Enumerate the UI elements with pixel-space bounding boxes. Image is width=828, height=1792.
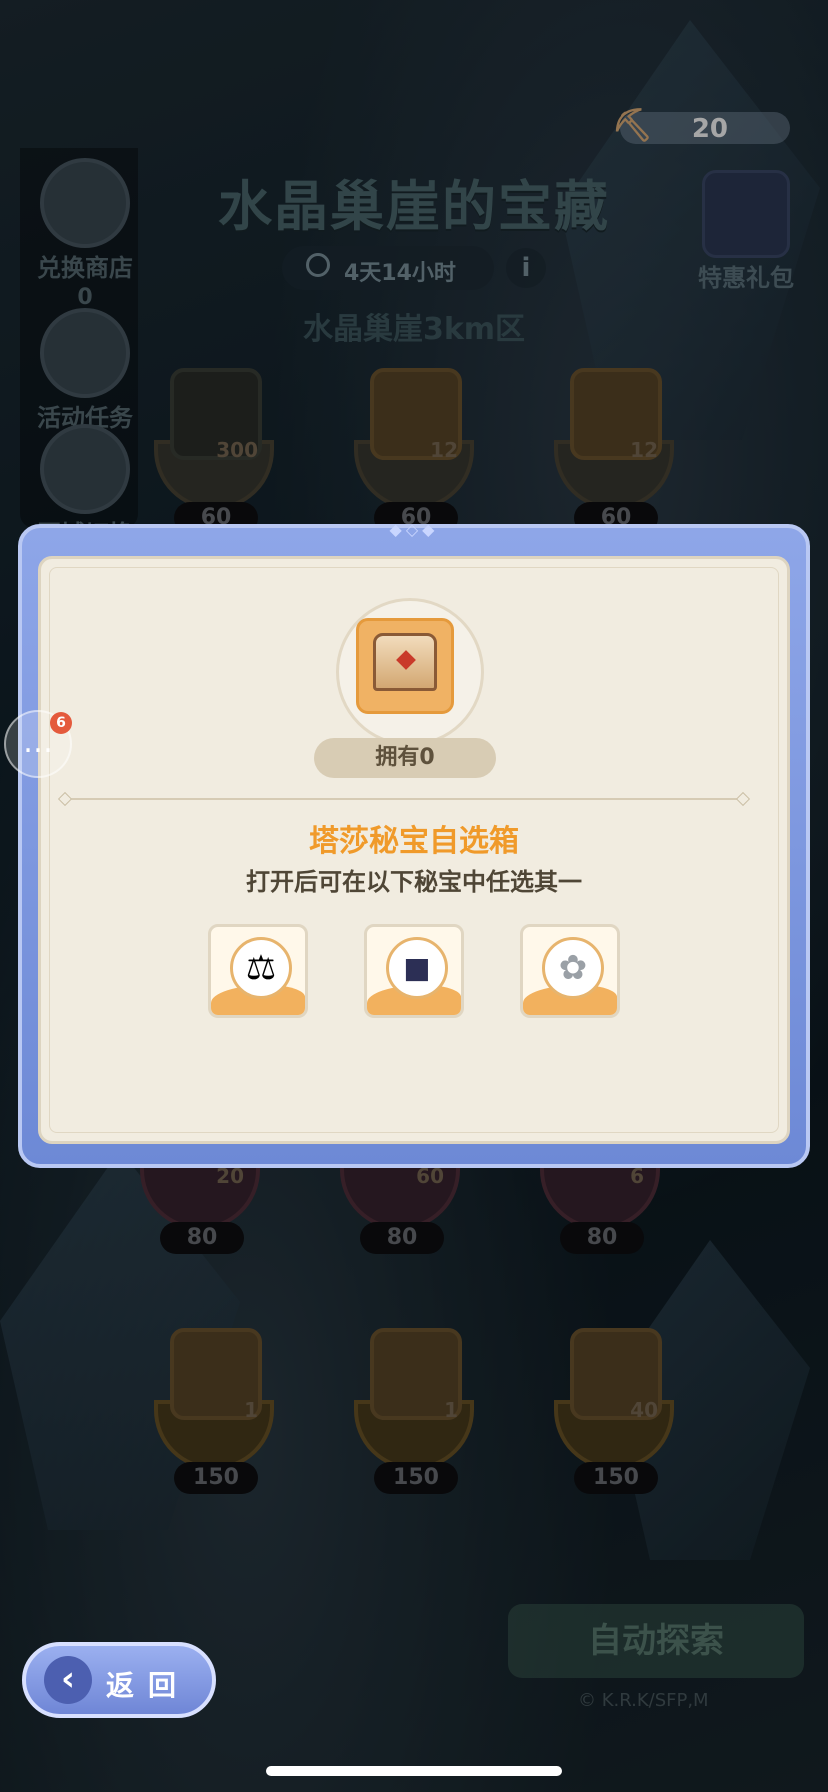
back-arrow-icon: ‹ [44, 1656, 92, 1704]
divider [66, 798, 746, 800]
back-label: 返回 [106, 1669, 191, 1702]
home-indicator[interactable] [266, 1766, 562, 1776]
relic-choice-silver-flower[interactable]: ✿ [520, 924, 620, 1018]
back-button[interactable]: ‹ 返回 [22, 1642, 216, 1718]
chat-unread-badge: 6 [50, 712, 72, 734]
treasure-chest-icon [356, 618, 454, 714]
gauntlet-icon: ◼ [386, 937, 448, 999]
chat-icon: … [23, 725, 53, 760]
relic-choice-scales[interactable]: ⚖ [208, 924, 308, 1018]
modal-ornament: ◆◇◆ [389, 520, 439, 539]
item-description: 打开后可在以下秘宝中任选其一 [246, 868, 582, 896]
relic-choice-gauntlet[interactable]: ◼ [364, 924, 464, 1018]
owned-count: 拥有0 [314, 738, 496, 778]
silver-flower-icon: ✿ [542, 937, 604, 999]
item-name: 塔莎秘宝自选箱 [309, 824, 519, 859]
scales-icon: ⚖ [230, 937, 292, 999]
